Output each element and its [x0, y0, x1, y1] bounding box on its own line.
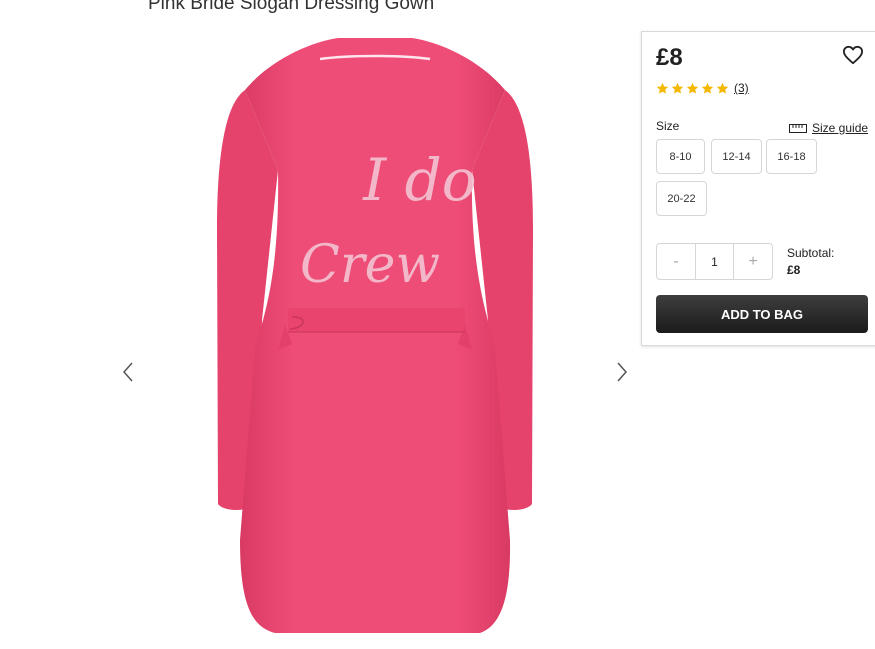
size-guide-link[interactable]: Size guide: [789, 121, 868, 135]
product-title: Pink Bride Slogan Dressing Gown: [148, 0, 435, 14]
size-option-20-22[interactable]: 20-22: [656, 181, 707, 216]
rating: (3): [656, 81, 749, 95]
size-option-16-18[interactable]: 16-18: [766, 139, 817, 174]
size-guide-label: Size guide: [812, 121, 869, 135]
ruler-icon: [789, 123, 807, 133]
quantity-stepper: - 1 +: [656, 243, 773, 280]
size-option-12-14[interactable]: 12-14: [711, 139, 762, 174]
star-icon: [701, 82, 714, 94]
size-option-8-10[interactable]: 8-10: [656, 139, 705, 174]
size-label: Size: [656, 119, 680, 133]
wishlist-button[interactable]: [842, 45, 864, 70]
review-count-link[interactable]: (3): [734, 81, 749, 95]
quantity-increase-button[interactable]: +: [734, 244, 772, 279]
star-icon: [656, 82, 669, 94]
star-icon: [716, 82, 729, 94]
image-slogan-line1: I do: [362, 146, 476, 214]
purchase-panel: £8 (3) Size Size guide 8-10 12-14 16-18 …: [641, 31, 875, 346]
heart-icon: [843, 45, 863, 65]
gallery-next-button[interactable]: [612, 350, 632, 394]
subtotal-label: Subtotal:: [787, 246, 835, 260]
star-icon: [686, 82, 699, 94]
quantity-decrease-button[interactable]: -: [657, 244, 695, 279]
product-image-gallery: I do Crew: [110, 20, 640, 649]
price: £8: [656, 44, 683, 71]
chevron-right-icon: [617, 362, 628, 382]
rating-stars: [656, 82, 731, 95]
gallery-prev-button[interactable]: [118, 350, 138, 394]
product-image: I do Crew: [217, 38, 533, 633]
star-icon: [671, 82, 684, 94]
quantity-input[interactable]: 1: [695, 244, 734, 279]
image-slogan-line2: Crew: [300, 235, 440, 295]
add-to-bag-button[interactable]: ADD TO BAG: [656, 295, 868, 333]
subtotal-value: £8: [787, 263, 801, 277]
chevron-left-icon: [122, 362, 133, 382]
